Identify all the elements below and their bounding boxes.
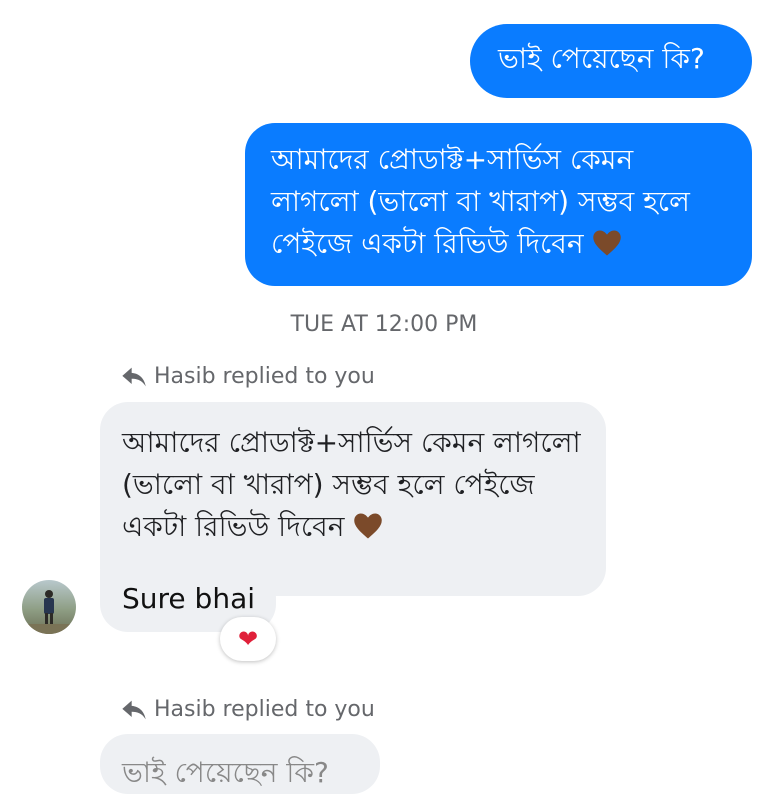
quoted-text: আমাদের প্রোডাক্ট+সার্ভিস কেমন লাগলো (ভাল… [122,426,581,543]
reply-arrow-icon [122,700,146,719]
brown-heart-icon [354,513,383,539]
brown-heart-icon [593,230,622,256]
quoted-message[interactable]: ভাই পেয়েছেন কি? [100,734,380,794]
heart-reaction-icon: ❤ [237,625,259,653]
heart-reaction[interactable]: ❤ [220,617,276,661]
person-icon [22,590,76,634]
message-text: Sure bhai [122,582,255,615]
quoted-text: ভাই পেয়েছেন কি? [122,756,329,789]
reply-arrow-icon [122,367,146,386]
avatar[interactable] [22,580,76,634]
quoted-message[interactable]: আমাদের প্রোডাক্ট+সার্ভিস কেমন লাগলো (ভাল… [100,402,606,596]
replied-label: Hasib replied to you [154,364,375,389]
replied-label: Hasib replied to you [154,697,375,722]
timestamp: TUE AT 12:00 PM [290,312,478,337]
message-text: আমাদের প্রোডাক্ট+সার্ভিস কেমন লাগলো (ভাল… [271,143,690,260]
replied-indicator: Hasib replied to you [120,364,375,389]
outgoing-message-2[interactable]: আমাদের প্রোডাক্ট+সার্ভিস কেমন লাগলো (ভাল… [245,123,752,286]
outgoing-message-1[interactable]: ভাই পেয়েছেন কি? [470,24,752,98]
replied-indicator: Hasib replied to you [120,697,375,722]
message-text: ভাই পেয়েছেন কি? [498,42,705,75]
